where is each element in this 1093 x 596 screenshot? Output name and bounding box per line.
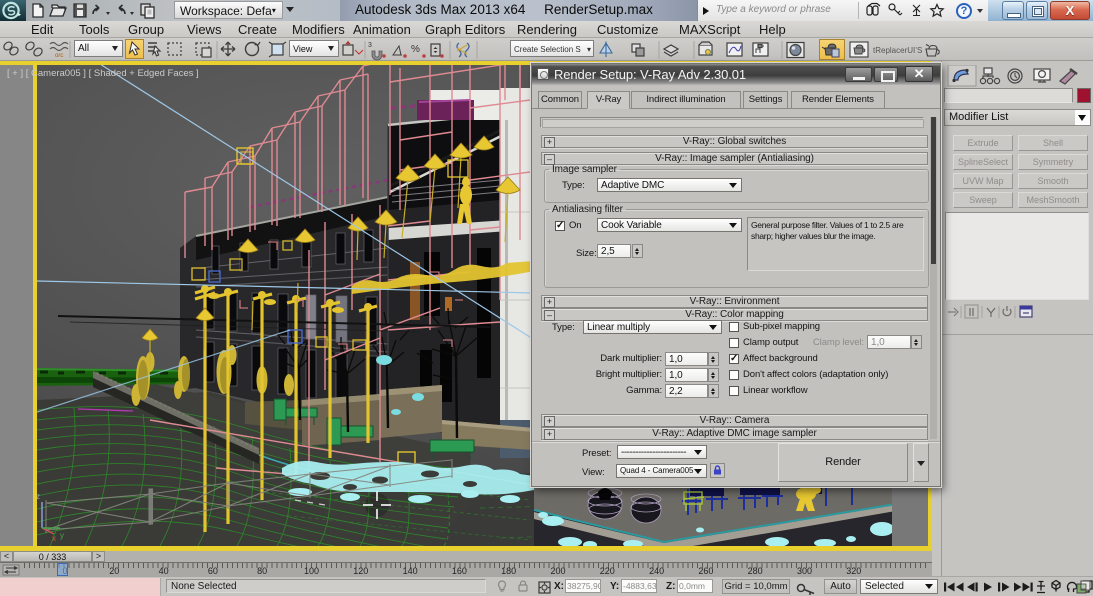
svg-text:%: % — [411, 44, 420, 55]
svg-text:3: 3 — [368, 42, 372, 49]
svg-text:x: x — [52, 534, 56, 543]
svg-text:y: y — [60, 531, 64, 540]
svg-text:[ + ] [ Camera005 ] [ Shaded +: [ + ] [ Camera005 ] [ Shaded + Edged Fac… — [7, 68, 199, 79]
svg-text:tReplacerUI’S: tReplacerUI’S — [873, 46, 922, 55]
svg-text:orc: orc — [55, 53, 63, 59]
